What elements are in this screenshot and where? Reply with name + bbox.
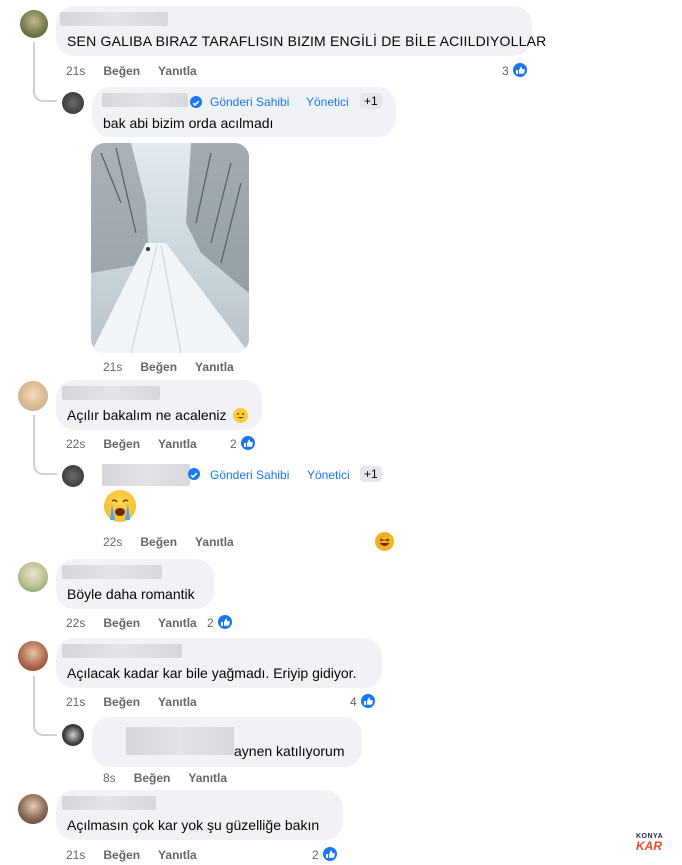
commenter-name[interactable]: [62, 796, 156, 810]
snowy-road-photo: [91, 143, 249, 353]
author-badge: Gönderi Sahibi: [210, 95, 290, 109]
admin-badge: Yönetici: [307, 468, 350, 482]
reply-button[interactable]: Yanıtla: [188, 771, 227, 785]
like-reaction-icon[interactable]: [321, 845, 339, 863]
avatar[interactable]: [18, 641, 48, 671]
grinning-emoji: [233, 408, 248, 423]
comment-actions: 21s Beğen Yanıtla: [66, 64, 215, 78]
comment-time[interactable]: 8s: [103, 771, 116, 785]
commenter-name[interactable]: [62, 644, 182, 658]
thread-connector: [33, 62, 57, 102]
like-reaction-icon[interactable]: [359, 692, 377, 710]
comment-time[interactable]: 22s: [66, 437, 85, 451]
avatar[interactable]: [62, 92, 84, 114]
reaction-count[interactable]: 2: [207, 616, 214, 630]
like-button[interactable]: Beğen: [140, 535, 177, 549]
comment-time[interactable]: 21s: [66, 848, 85, 862]
commenter-name[interactable]: [62, 565, 162, 579]
comment-text: SEN GALIBA BIRAZ TARAFLISIN BIZIM ENGİLİ…: [67, 33, 547, 49]
comment-time[interactable]: 22s: [66, 616, 85, 630]
comment-actions: 21s Beğen Yanıtla: [66, 695, 215, 709]
avatar[interactable]: [20, 10, 48, 38]
watermark-logo: KONYA KAR: [636, 833, 676, 859]
comment-bubble: SEN GALIBA BIRAZ TARAFLISIN BIZIM ENGİLİ…: [56, 6, 546, 56]
thread-line: [33, 42, 35, 62]
verified-icon: [190, 96, 202, 108]
comment-actions: 22s Beğen Yanıtla: [66, 437, 215, 451]
reaction-count[interactable]: 4: [350, 695, 357, 709]
watermark-line2: KAR: [636, 839, 662, 853]
comment-text: Açılmasın çok kar yok şu güzelliğe bakın: [67, 817, 320, 833]
comment-actions: 21s Beğen Yanıtla: [103, 360, 252, 374]
avatar[interactable]: [62, 724, 84, 746]
avatar[interactable]: [18, 562, 48, 592]
reply-bubble: Gönderi Sahibi Yönetici +1 bak abi bizim…: [92, 87, 396, 137]
thread-connector: [33, 445, 57, 475]
like-reaction-icon[interactable]: [216, 613, 234, 631]
comment-text: Açılır bakalım ne acaleniz: [67, 407, 227, 423]
reply-button[interactable]: Yanıtla: [158, 437, 197, 451]
commenter-name[interactable]: [102, 93, 188, 107]
comment-bubble: Açılmasın çok kar yok şu güzelliğe bakın: [56, 790, 343, 840]
comment-actions: 22s Beğen Yanıtla: [103, 535, 252, 549]
attached-photo[interactable]: [91, 143, 249, 353]
like-reaction-icon[interactable]: [239, 434, 257, 452]
comment-time[interactable]: 21s: [103, 360, 122, 374]
commenter-name[interactable]: [102, 464, 190, 486]
like-button[interactable]: Beğen: [103, 64, 140, 78]
comment-actions: 21s Beğen Yanıtla: [66, 848, 215, 862]
author-badge: Gönderi Sahibi: [210, 468, 290, 482]
reply-bubble: aynen katılıyorum: [92, 717, 362, 767]
comment-text: bak abi bizim orda acılmadı: [103, 115, 274, 131]
comment-time[interactable]: 22s: [103, 535, 122, 549]
comment-actions: 22s Beğen Yanıtla: [66, 616, 215, 630]
reply-button[interactable]: Yanıtla: [195, 535, 234, 549]
reply-button[interactable]: Yanıtla: [158, 64, 197, 78]
commenter-name[interactable]: [126, 727, 234, 755]
reaction-count[interactable]: 2: [230, 437, 237, 451]
comment-time[interactable]: 21s: [66, 64, 85, 78]
avatar[interactable]: [62, 465, 84, 487]
comment-text: aynen katılıyorum: [234, 743, 345, 759]
comment-text: Açılacak kadar kar bile yağmadı. Eriyip …: [67, 665, 357, 681]
commenter-name[interactable]: [60, 12, 168, 26]
comment-actions: 8s Beğen Yanıtla: [103, 771, 245, 785]
extra-badge-count[interactable]: +1: [360, 93, 382, 109]
reply-button[interactable]: Yanıtla: [158, 695, 197, 709]
reply-button[interactable]: Yanıtla: [158, 848, 197, 862]
avatar[interactable]: [18, 794, 48, 824]
like-reaction-icon[interactable]: [511, 61, 529, 79]
like-button[interactable]: Beğen: [103, 437, 140, 451]
like-button[interactable]: Beğen: [134, 771, 171, 785]
comment-time[interactable]: 21s: [66, 695, 85, 709]
reply-button[interactable]: Yanıtla: [158, 616, 197, 630]
reply-button[interactable]: Yanıtla: [195, 360, 234, 374]
thread-line: [33, 676, 35, 706]
extra-badge-count[interactable]: +1: [360, 466, 382, 482]
reaction-count[interactable]: 3: [502, 64, 509, 78]
avatar[interactable]: [18, 381, 48, 411]
crying-emoji: [104, 490, 136, 522]
comment-bubble: Açılır bakalım ne acaleniz: [56, 380, 262, 430]
comment-text: Böyle daha romantik: [67, 586, 195, 602]
admin-badge: Yönetici: [306, 95, 349, 109]
thread-line: [33, 415, 35, 445]
like-button[interactable]: Beğen: [103, 848, 140, 862]
comment-bubble: Böyle daha romantik: [56, 559, 214, 609]
thread-connector: [33, 706, 57, 736]
verified-icon: [188, 468, 200, 480]
comment-bubble: Açılacak kadar kar bile yağmadı. Eriyip …: [56, 638, 382, 688]
like-button[interactable]: Beğen: [140, 360, 177, 374]
haha-reaction-icon[interactable]: [375, 532, 394, 551]
reaction-count[interactable]: 2: [312, 848, 319, 862]
like-button[interactable]: Beğen: [103, 695, 140, 709]
like-button[interactable]: Beğen: [103, 616, 140, 630]
commenter-name[interactable]: [62, 386, 160, 400]
